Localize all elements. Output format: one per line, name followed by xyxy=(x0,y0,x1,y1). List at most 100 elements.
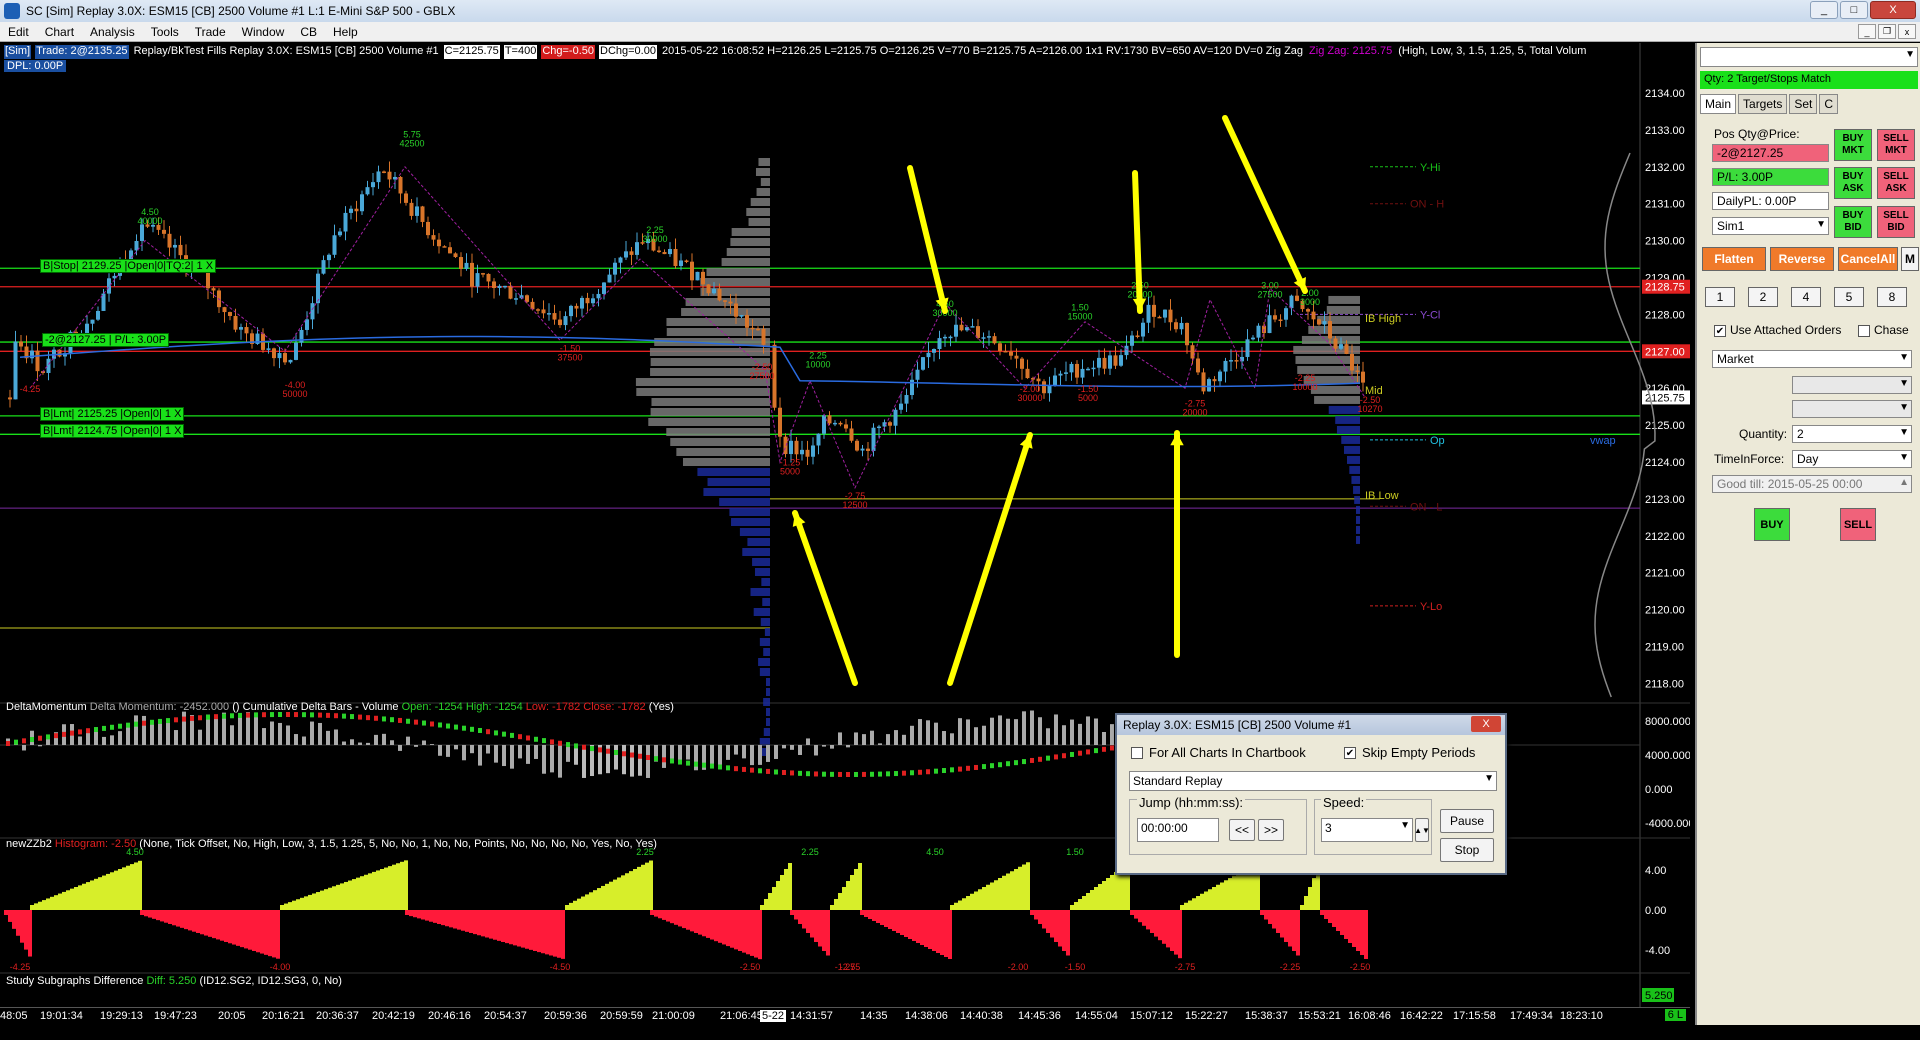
tab-main[interactable]: Main xyxy=(1700,94,1737,114)
position-label[interactable]: -2@2127.25 | P/L: 3.00P xyxy=(42,333,170,347)
mdi-close-button[interactable]: x xyxy=(1898,24,1916,39)
qty-preset-5[interactable]: 5 xyxy=(1834,287,1864,307)
menu-tools[interactable]: Tools xyxy=(143,25,187,39)
minimize-button[interactable]: _ xyxy=(1810,1,1838,19)
replay-mode-select[interactable]: Standard Replay ▼ xyxy=(1129,771,1497,791)
candle-body xyxy=(1190,345,1195,359)
jump-forward-button[interactable]: >> xyxy=(1258,819,1284,841)
zigzag-histogram-bar xyxy=(288,902,292,910)
close-button[interactable]: X xyxy=(1870,1,1916,19)
menu-trade[interactable]: Trade xyxy=(187,25,234,39)
delta-bar xyxy=(270,721,274,745)
qty-preset-2[interactable]: 2 xyxy=(1748,287,1778,307)
all-charts-checkbox[interactable] xyxy=(1131,747,1143,759)
tab-c[interactable]: C xyxy=(1819,94,1839,114)
zigzag-histogram-bar xyxy=(784,869,788,910)
chart-area[interactable]: 2134.00 2133.00 2132.00 2131.00 2130.00 2129.… xyxy=(0,43,1690,1025)
skip-empty-checkbox[interactable]: ✔ xyxy=(1344,747,1356,759)
zigzag-histogram-bar xyxy=(296,899,300,910)
reverse-button[interactable]: Reverse xyxy=(1770,247,1834,271)
zigzag-histogram-bar xyxy=(1010,871,1014,910)
speed-spinner[interactable]: ▲▼ xyxy=(1414,818,1430,842)
order-type-select[interactable]: Market ▼ xyxy=(1712,350,1912,368)
quantity-input[interactable]: 2 ▼ xyxy=(1792,425,1912,443)
zigzag-histogram-bar xyxy=(1154,910,1158,937)
candle-body xyxy=(19,341,23,347)
zigzag-histogram-bar xyxy=(758,910,762,960)
trades-value: T=400 xyxy=(503,45,538,59)
sell-button[interactable]: SELL xyxy=(1840,508,1876,541)
qty-preset-8[interactable]: 8 xyxy=(1877,287,1907,307)
cum-delta-marker xyxy=(118,723,122,729)
menu-chart[interactable]: Chart xyxy=(37,25,82,39)
candle-body xyxy=(668,248,672,255)
cum-delta-marker xyxy=(446,723,450,729)
volume-profile-bar xyxy=(746,208,770,216)
zigzag-histogram-bar xyxy=(884,910,888,927)
candle-body xyxy=(481,273,485,275)
price-1-input[interactable]: ▼ xyxy=(1792,376,1912,394)
cum-delta-marker xyxy=(254,712,258,718)
mdi-restore-button[interactable]: ❐ xyxy=(1878,24,1896,39)
more-button[interactable]: M xyxy=(1901,247,1919,271)
limit-order-1-label[interactable]: B|Lmt| 2125.25 |Open|0| 1 X xyxy=(40,407,185,421)
candle-body xyxy=(1146,304,1151,323)
buy-button[interactable]: BUY xyxy=(1754,508,1790,541)
zigzag-histogram-bar xyxy=(860,910,864,915)
limit-order-2-label[interactable]: B|Lmt| 2124.75 |Open|0| 1 X xyxy=(40,424,185,438)
pause-button[interactable]: Pause xyxy=(1440,809,1494,833)
speed-select[interactable]: 3 ▼ xyxy=(1321,818,1413,842)
time-in-force-select[interactable]: Day ▼ xyxy=(1792,450,1912,468)
stop-order-label[interactable]: B|Stop| 2129.25 |Open|0|TQ:2| 1 X xyxy=(40,259,217,273)
mdi-minimize-button[interactable]: _ xyxy=(1858,24,1876,39)
symbol-select[interactable]: ▼ xyxy=(1700,47,1918,67)
sell-ask-button[interactable]: SELL ASK xyxy=(1877,167,1915,199)
jump-time-input[interactable]: 00:00:00 xyxy=(1137,818,1219,842)
zigzag-histogram-bar xyxy=(144,910,148,917)
time-scale-badge[interactable]: 6 L xyxy=(1664,1009,1686,1021)
candle-body xyxy=(277,353,282,359)
chase-checkbox[interactable] xyxy=(1858,325,1870,337)
level-label-ycl: Y-Cl xyxy=(1420,309,1440,321)
price-2-input[interactable]: ▼ xyxy=(1792,400,1912,418)
cum-delta-marker xyxy=(1094,748,1098,754)
cum-delta-marker xyxy=(502,731,506,737)
zigzag-histogram-bar xyxy=(888,910,892,929)
attached-orders-checkbox[interactable]: ✔ xyxy=(1714,325,1726,337)
stop-button[interactable]: Stop xyxy=(1440,838,1494,862)
zigzag-histogram-bar xyxy=(12,910,16,929)
menu-cb[interactable]: CB xyxy=(292,25,325,39)
menu-analysis[interactable]: Analysis xyxy=(82,25,143,39)
zigzag-histogram-bar xyxy=(593,890,597,910)
menu-help[interactable]: Help xyxy=(325,25,366,39)
cum-delta-marker xyxy=(966,765,970,771)
sell-market-button[interactable]: SELL MKT xyxy=(1877,129,1915,161)
candle-body xyxy=(1091,367,1096,370)
cum-delta-marker xyxy=(54,733,58,739)
candle-body xyxy=(811,445,815,457)
flatten-button[interactable]: Flatten xyxy=(1702,247,1766,271)
buy-market-button[interactable]: BUY MKT xyxy=(1834,129,1872,161)
menu-window[interactable]: Window xyxy=(234,25,293,39)
buy-bid-button[interactable]: BUY BID xyxy=(1834,206,1872,238)
tab-targets[interactable]: Targets xyxy=(1738,94,1788,114)
account-select[interactable]: Sim1 ▼ xyxy=(1712,217,1829,235)
qty-preset-1[interactable]: 1 xyxy=(1705,287,1735,307)
candle-body xyxy=(833,422,837,425)
buy-ask-button[interactable]: BUY ASK xyxy=(1834,167,1872,199)
price-axis-label: 2124.00 xyxy=(1645,457,1685,469)
delta-bar xyxy=(430,744,434,745)
sell-bid-button[interactable]: SELL BID xyxy=(1877,206,1915,238)
zigzag-histogram-bar xyxy=(1050,910,1054,938)
jump-back-button[interactable]: << xyxy=(1229,819,1255,841)
good-till-input[interactable]: Good till: 2015-05-25 00:00 ▲ xyxy=(1712,475,1912,493)
replay-close-button[interactable]: X xyxy=(1471,716,1501,732)
maximize-button[interactable]: □ xyxy=(1840,1,1868,19)
zigzag-histogram-bar xyxy=(1074,902,1078,910)
tab-set[interactable]: Set xyxy=(1789,94,1818,114)
zigzag-histogram-bar xyxy=(152,910,156,919)
menu-edit[interactable]: Edit xyxy=(0,25,37,39)
delta-bar xyxy=(134,715,138,745)
cancel-all-button[interactable]: CancelAll xyxy=(1838,247,1898,271)
qty-preset-4[interactable]: 4 xyxy=(1791,287,1821,307)
